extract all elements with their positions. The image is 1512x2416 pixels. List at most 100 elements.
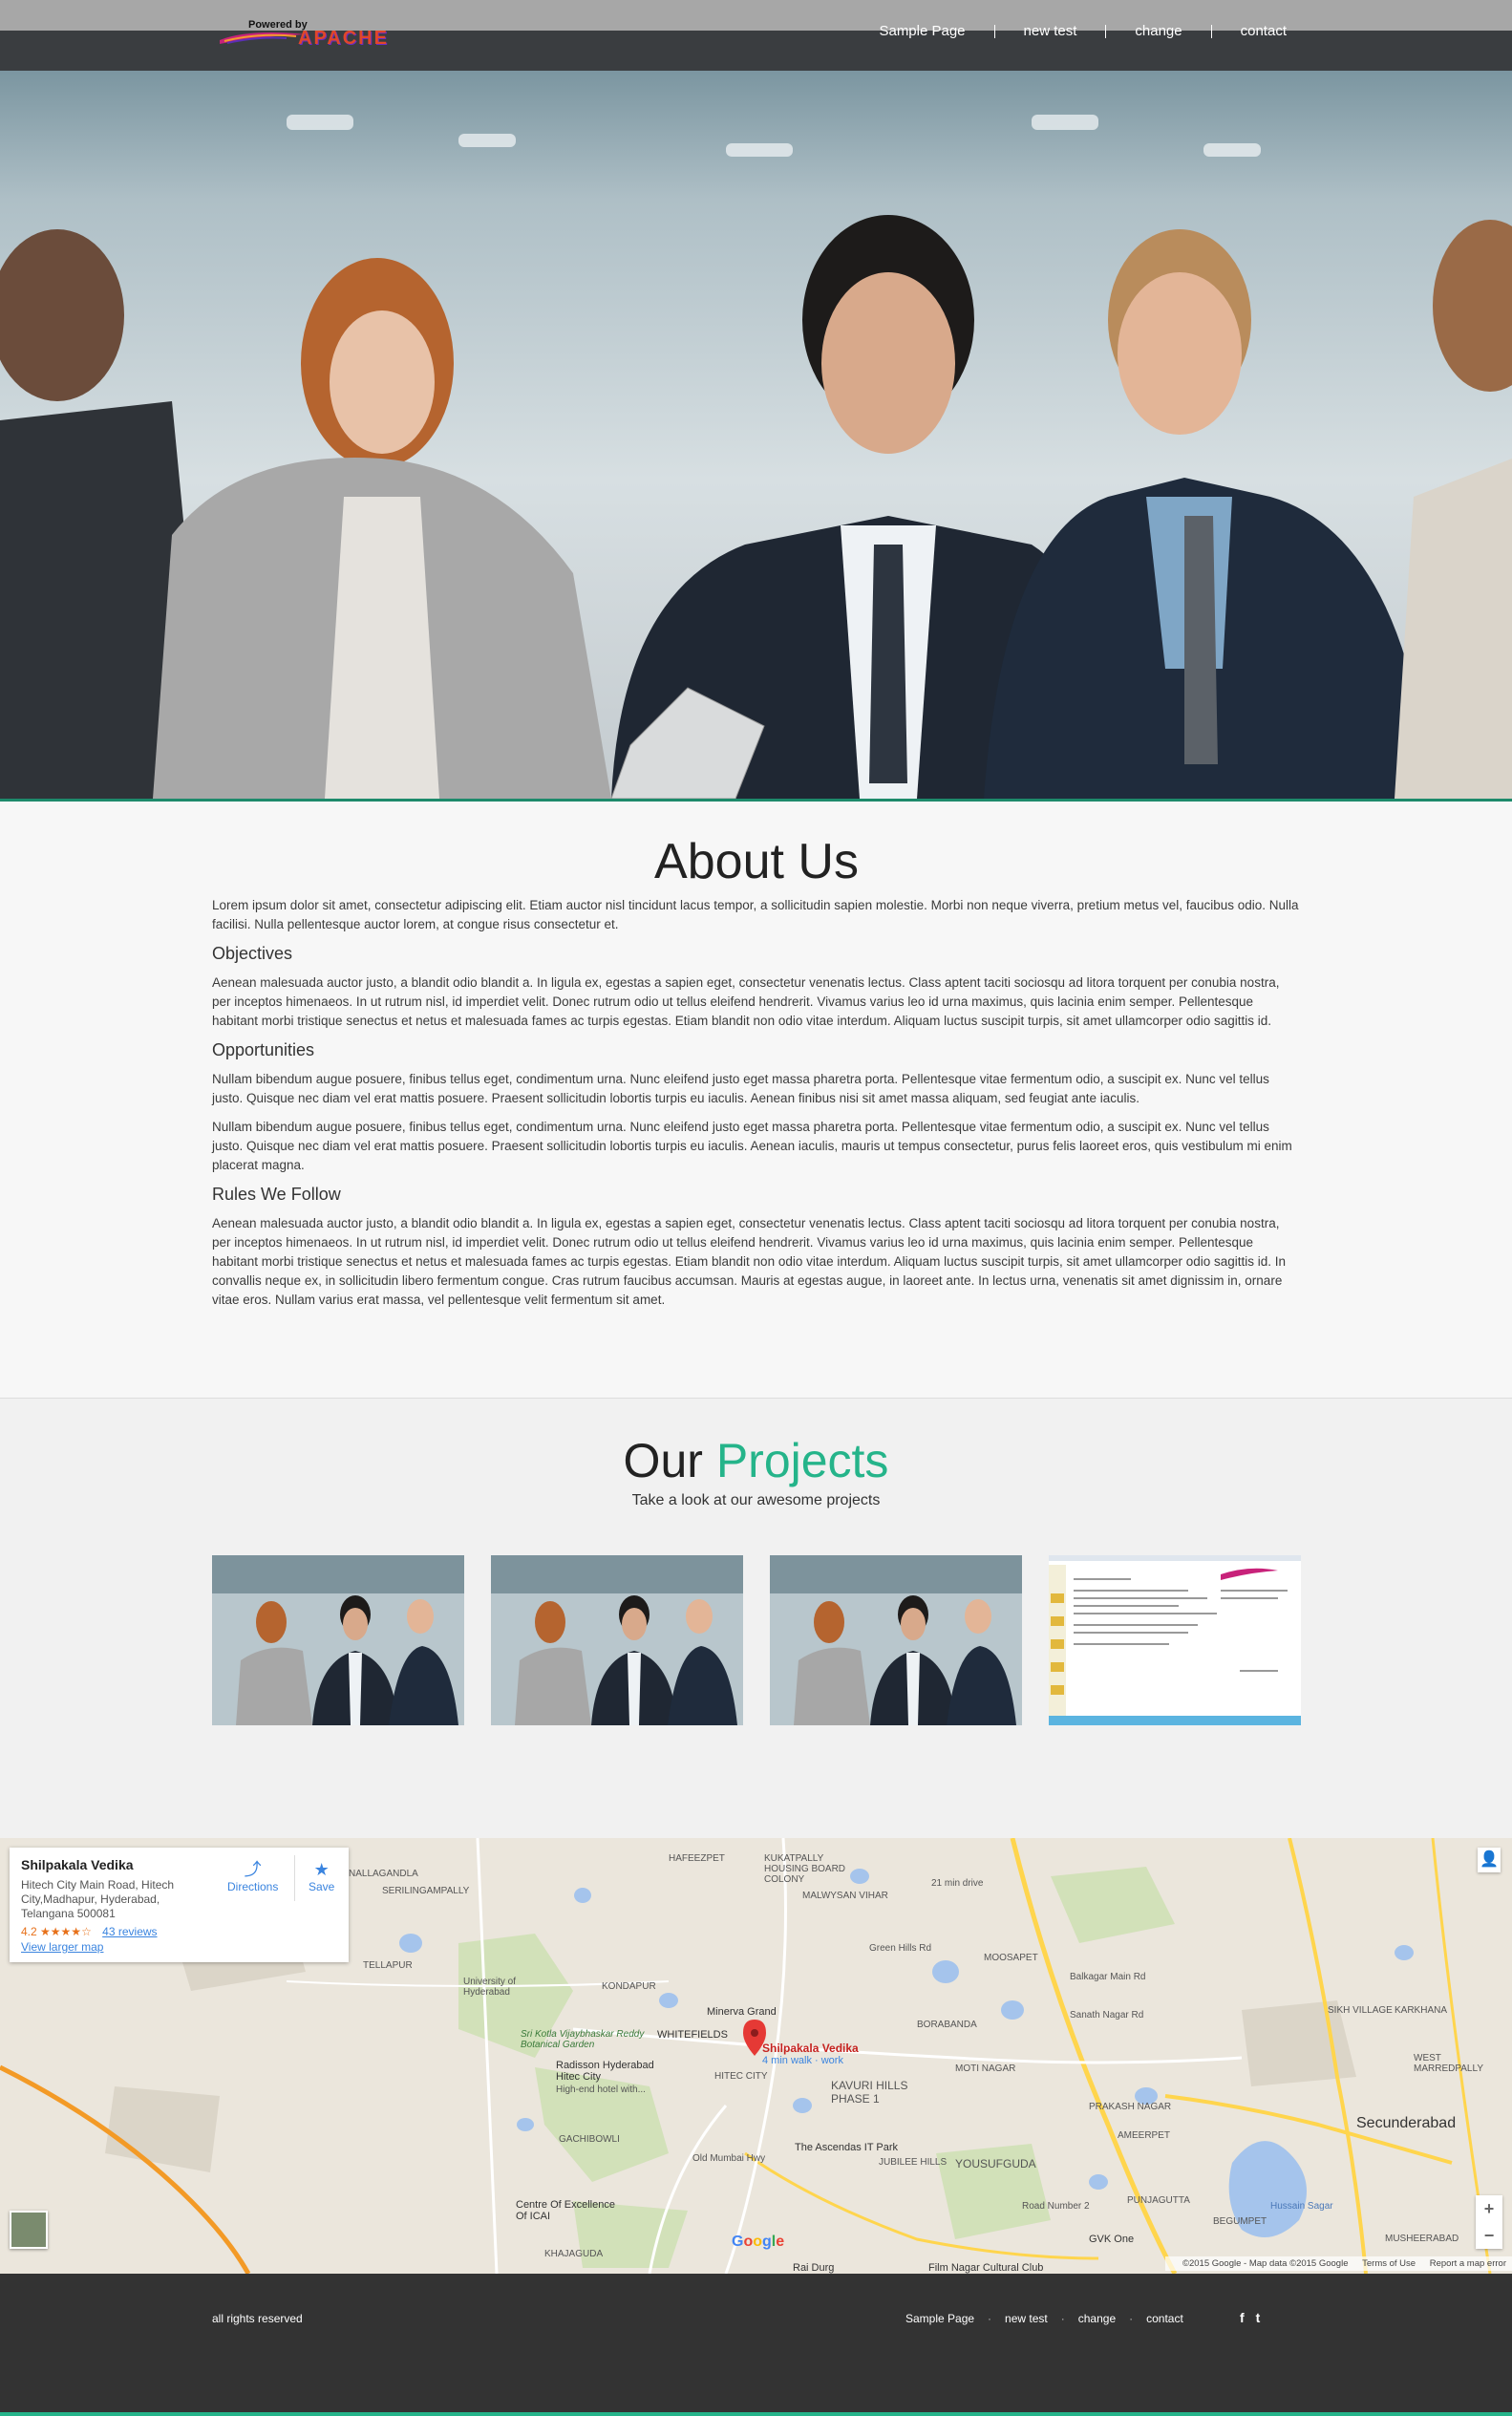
social-links: f t [1240,2310,1267,2325]
map-label: Film Nagar Cultural Club [928,2262,1044,2274]
save-button[interactable]: ★ Save [309,1859,334,1893]
card-divider [294,1855,295,1901]
logo-wordmark: APACHE [298,28,389,49]
map-label: BEGUMPET [1213,2216,1267,2227]
project-image [212,1555,464,1725]
footer-accent-line [0,2412,1512,2416]
map-label: Centre Of Excellence Of ICAI [516,2199,615,2222]
footer-nav-change[interactable]: change [1078,2312,1116,2325]
map-label: YOUSUFGUDA [955,2157,1036,2170]
projects-section: Our Projects Take a look at our awesome … [0,1399,1512,1838]
footer-nav-new-test[interactable]: new test [1005,2312,1048,2325]
projects-subtitle: Take a look at our awesome projects [631,1492,881,1508]
map-label: Rai Durg [793,2262,835,2274]
map-label: SIKH VILLAGE [1328,2005,1393,2016]
map-label: JUBILEE HILLS [879,2157,948,2168]
map-label: Secunderabad [1356,2115,1457,2131]
nav-change[interactable]: change [1135,23,1182,39]
projects-title: Our Projects [0,1433,1512,1488]
map-label: Balkagar Main Rd [1070,1972,1146,1982]
site-header: Powered by APACHE Sample Page new test c… [0,0,1512,71]
street-view-pegman-icon[interactable]: 👤 [1478,1848,1501,1872]
location-map[interactable]: HAFEEZPET KUKATPALLY HOUSING BOARD COLON… [0,1838,1512,2274]
map-label: HAFEEZPET [669,1853,725,1864]
report-error-link[interactable]: Report a map error [1430,2258,1506,2269]
rules-heading: Rules We Follow [212,1185,341,1204]
footer-nav-separator: · [1060,2312,1065,2325]
terms-link[interactable]: Terms of Use [1362,2258,1416,2269]
map-label: SERILINGAMPALLY [382,1886,470,1896]
objectives-heading: Objectives [212,944,293,963]
nav-separator [1105,24,1107,38]
directions-label: Directions [227,1880,279,1893]
projects-title-accent: Projects [715,1434,889,1487]
map-label: BORABANDA [917,2020,977,2030]
twitter-icon[interactable]: t [1256,2310,1261,2325]
project-image [491,1555,743,1725]
rating-value: 4.2 [21,1925,37,1938]
satellite-toggle[interactable] [10,2211,48,2249]
map-label: Hussain Sagar [1270,2201,1333,2212]
map-label: GVK One [1089,2234,1135,2245]
nav-sample-page[interactable]: Sample Page [879,23,965,39]
project-thumbnail[interactable] [770,1555,1022,1725]
nav-contact[interactable]: contact [1241,23,1287,39]
copyright-text: all rights reserved [212,2312,303,2325]
map-attribution: ©2015 Google - Map data ©2015 Google Ter… [1164,2256,1512,2271]
facebook-icon[interactable]: f [1240,2310,1245,2325]
zoom-in-button[interactable]: + [1476,2195,1502,2222]
project-thumbnail[interactable] [491,1555,743,1725]
map-label: University of Hyderabad [463,1977,517,1998]
place-name: Shilpakala Vedika [21,1857,134,1872]
map-label: The Ascendas IT Park [795,2142,899,2153]
view-larger-map-link[interactable]: View larger map [21,1940,103,1954]
place-info-card: Shilpakala Vedika Hitech City Main Road,… [10,1848,349,1962]
nav-new-test[interactable]: new test [1024,23,1077,39]
map-label: HITEC CITY [714,2071,768,2082]
map-label: PRAKASH NAGAR [1089,2102,1172,2112]
map-label: WHITEFIELDS [657,2029,728,2041]
project-thumbnail[interactable] [212,1555,464,1725]
rating-stars: ★★★★☆ [40,1925,92,1938]
opportunities-text-1: Nullam bibendum augue posuere, finibus t… [212,1072,1269,1105]
project-image [770,1555,1022,1725]
project-thumbnail[interactable] [1049,1555,1301,1725]
map-label: Road Number 2 [1022,2201,1090,2212]
footer-nav: Sample Page · new test · change · contac… [905,2312,1183,2325]
map-label: TELLAPUR [363,1960,413,1971]
pin-sublabel: 4 min walk · work [762,2055,843,2066]
footer-nav-separator: · [988,2312,992,2325]
rules-text: Aenean malesuada auctor justo, a blandit… [212,1216,1287,1307]
map-label: WEST MARREDPALLY [1414,2053,1483,2074]
apache-logo[interactable]: Powered by APACHE [220,19,454,50]
reviews-link[interactable]: 43 reviews [102,1925,157,1938]
site-footer: all rights reserved Sample Page · new te… [0,2274,1512,2416]
map-label: MALWYSAN VIHAR [802,1891,888,1901]
directions-button[interactable]: ⤴ Directions [227,1859,278,1893]
map-label: KONDAPUR [602,1981,656,1992]
nav-separator [1210,24,1212,38]
zoom-control: + − [1476,2195,1502,2249]
footer-nav-sample-page[interactable]: Sample Page [905,2312,974,2325]
map-label: MUSHEERABAD [1385,2234,1459,2244]
place-rating: 4.2 ★★★★☆ 43 reviews [21,1925,337,1938]
save-label: Save [309,1880,335,1893]
objectives-text: Aenean malesuada auctor justo, a blandit… [212,975,1280,1028]
map-label: KAVURI HILLS PHASE 1 [831,2079,908,2106]
star-icon: ★ [313,1860,330,1879]
map-copyright: ©2015 Google - Map data ©2015 Google [1182,2258,1349,2269]
map-label: KHAJAGUDA [544,2249,604,2259]
pin-label[interactable]: Shilpakala Vedika [762,2042,859,2055]
google-logo: Google [732,2234,785,2250]
zoom-out-button[interactable]: − [1476,2222,1502,2249]
map-label: KUKATPALLY HOUSING BOARD COLONY [764,1853,846,1885]
directions-icon: ⤴ [244,1860,262,1879]
place-address: Hitech City Main Road, Hitech City,Madha… [21,1878,175,1920]
map-label: MOOSAPET [984,1953,1038,1963]
feather-icon [220,32,306,44]
map-label: Minerva Grand [707,2006,777,2018]
about-title: About Us [654,834,859,889]
projects-title-plain: Our [623,1434,703,1487]
map-label: Sanath Nagar Rd [1070,2010,1144,2020]
footer-nav-contact[interactable]: contact [1146,2312,1183,2325]
